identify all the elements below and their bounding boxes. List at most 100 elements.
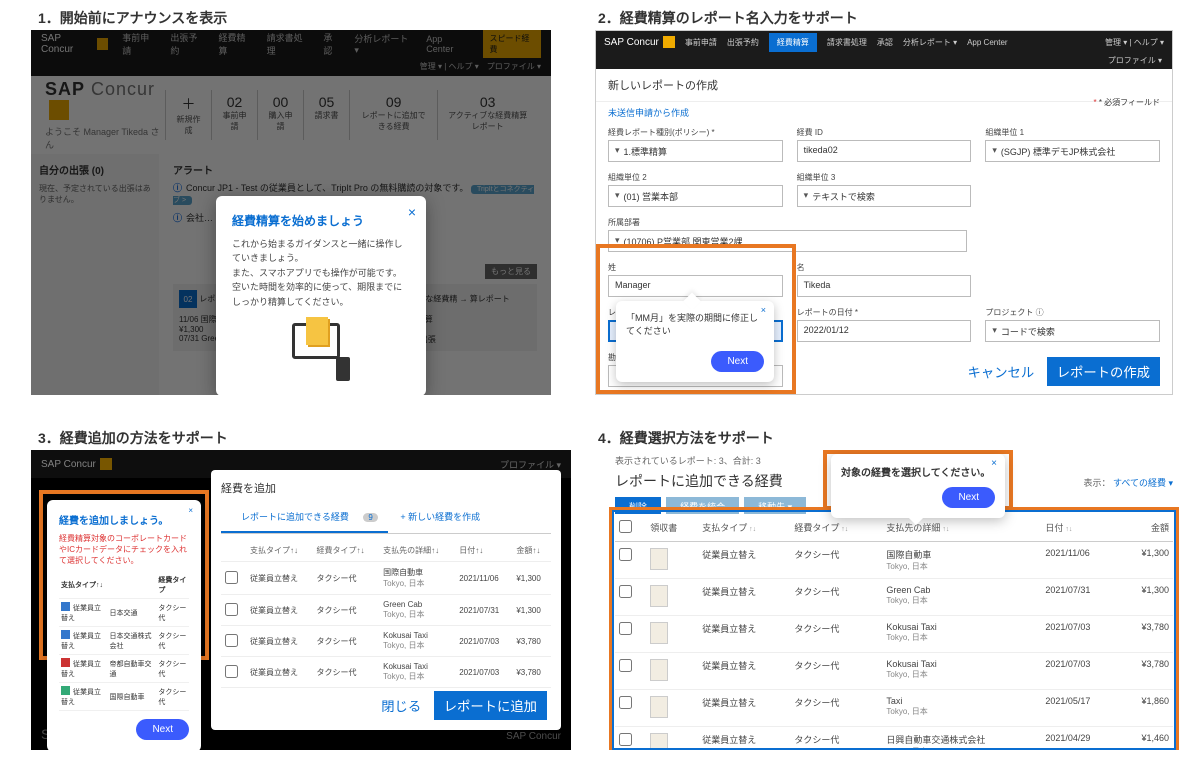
filter-row: 表示： すべての経費 ▾ bbox=[1083, 476, 1173, 489]
nav-item[interactable]: App Center bbox=[967, 38, 1007, 47]
expense-id-input[interactable]: tikeda02 bbox=[797, 140, 972, 162]
close-button[interactable]: 閉じる bbox=[381, 696, 421, 715]
panel-2: SAP Concur 事前申請 出張予約 経費精算 請求書処理 承認 分析レポー… bbox=[595, 30, 1173, 395]
source-icon bbox=[61, 630, 70, 639]
sidebar: 自分の出張 (0) 現在、予定されている出張はありません。 bbox=[31, 154, 159, 395]
next-button[interactable]: Next bbox=[711, 351, 764, 372]
next-button[interactable]: Next bbox=[136, 719, 189, 740]
field-label: 経費レポート種別(ポリシー) * bbox=[608, 127, 783, 138]
kpi-tile[interactable]: 00購入申請 bbox=[257, 90, 303, 140]
kpi-tile[interactable]: 09レポートに追加できる経費 bbox=[349, 90, 437, 140]
col-header[interactable]: 金額↑↓ bbox=[512, 540, 551, 562]
close-icon[interactable]: × bbox=[761, 305, 766, 315]
col-header[interactable]: 経費タイプ↑↓ bbox=[313, 540, 380, 562]
source-icon bbox=[61, 658, 70, 667]
tooltip-text: 対象の経費を選択してください。 bbox=[841, 464, 995, 479]
create-report-button[interactable]: レポートの作成 bbox=[1047, 357, 1160, 386]
kpi-tile[interactable]: 05請求書 bbox=[303, 90, 349, 140]
row-checkbox[interactable] bbox=[225, 634, 238, 647]
side-heading: 自分の出張 (0) bbox=[39, 162, 151, 177]
table-row[interactable]: 従業員立替えタクシー代Green CabTokyo, 日本2021/07/31¥… bbox=[221, 595, 551, 626]
nav-item[interactable]: 分析レポート ▾ bbox=[903, 37, 957, 48]
field-label: 組織単位 2 bbox=[608, 172, 783, 183]
source-icon bbox=[61, 686, 70, 695]
illustration-icon bbox=[286, 317, 356, 387]
side-text: 現在、予定されている出張はありません。 bbox=[39, 183, 151, 205]
more-button[interactable]: もっと見る bbox=[485, 264, 537, 279]
field-label: 組織単位 1 bbox=[985, 127, 1160, 138]
close-icon[interactable]: × bbox=[188, 506, 193, 515]
nav-item[interactable]: 請求書処理 bbox=[827, 37, 867, 48]
panel-1: SAP Concur 事前申請 出張予約 経費精算 請求書処理 承認 分析レポー… bbox=[31, 30, 551, 395]
nav-item[interactable]: 承認 bbox=[877, 37, 893, 48]
kpi-row: ＋新規作成02事前申請00購入申請05請求書09レポートに追加できる経費03アク… bbox=[165, 90, 537, 140]
tab-new-expense[interactable]: + 新しい経費を作成 bbox=[390, 506, 490, 527]
card-number: 02 bbox=[179, 290, 197, 308]
row-checkbox[interactable] bbox=[225, 603, 238, 616]
table-row[interactable]: 従業員立替えタクシー代Kokusai TaxiTokyo, 日本2021/07/… bbox=[221, 626, 551, 657]
modal-title: 経費を追加 bbox=[221, 480, 551, 496]
row-checkbox[interactable] bbox=[225, 571, 238, 584]
nav-item[interactable]: 請求書処理 bbox=[267, 31, 310, 57]
kpi-tile[interactable]: ＋新規作成 bbox=[165, 90, 211, 140]
concur-logo-icon bbox=[100, 458, 112, 470]
add-expense-modal: 経費を追加 レポートに追加できる経費 9 + 新しい経費を作成 支払タイプ↑↓経… bbox=[211, 470, 561, 730]
nav-item[interactable]: 事前申請 bbox=[122, 31, 156, 57]
cancel-button[interactable]: キャンセル bbox=[968, 362, 1035, 381]
table-row[interactable]: 従業員立替えタクシー代Kokusai TaxiTokyo, 日本2021/07/… bbox=[221, 657, 551, 688]
alert-text: 会社… bbox=[186, 213, 213, 223]
modal-title: 新しいレポートの作成 bbox=[596, 69, 1172, 102]
col-header[interactable]: 日付↑↓ bbox=[455, 540, 512, 562]
create-from-request-link[interactable]: 未送信申請から作成 bbox=[596, 102, 1172, 123]
brand-logo: SAP Concur bbox=[41, 458, 112, 470]
nav-item[interactable]: 承認 bbox=[323, 31, 340, 57]
unit3-select[interactable]: テキストで検索 bbox=[797, 185, 972, 207]
profile-menu[interactable]: プロファイル ▾ bbox=[596, 53, 1172, 69]
nav-item[interactable]: 出張予約 bbox=[727, 37, 759, 48]
tooltip-text: 「MM月」を実際の期間に修正してください bbox=[626, 311, 764, 337]
brand-logo: SAP Concur bbox=[604, 36, 675, 48]
mini-table: 支払タイプ↑↓ 経費タイプ従業員立替え日本交通タクシー代従業員立替え日本交通株式… bbox=[59, 572, 189, 711]
add-to-report-button[interactable]: レポートに追加 bbox=[434, 691, 547, 720]
nav-item-active[interactable]: 経費精算 bbox=[769, 33, 817, 52]
firstname-input[interactable]: Tikeda bbox=[797, 275, 972, 297]
kpi-tile[interactable]: 02事前申請 bbox=[211, 90, 257, 140]
profile-menu[interactable]: プロファイル ▾ bbox=[500, 458, 561, 471]
popup-title: 経費を追加しましょう。 bbox=[59, 512, 189, 527]
nav-item[interactable]: 経費精算 bbox=[219, 31, 253, 57]
speed-expense-button[interactable]: スピード経費 bbox=[483, 30, 541, 58]
expense-table: 支払タイプ↑↓経費タイプ↑↓支払先の詳細↑↓日付↑↓金額↑↓ 従業員立替えタクシ… bbox=[221, 540, 551, 688]
tab-available-expenses[interactable]: レポートに追加できる経費 9 bbox=[221, 502, 388, 533]
highlight-border bbox=[612, 510, 1176, 750]
col-header[interactable] bbox=[221, 540, 246, 562]
mini-row: 従業員立替え日本交通株式会社タクシー代 bbox=[59, 627, 189, 655]
nav-item[interactable]: App Center bbox=[426, 34, 469, 54]
kpi-tile[interactable]: 03アクティブな経費精算レポート bbox=[437, 90, 537, 140]
top-right-menu[interactable]: 管理 ▾ | ヘルプ ▾ bbox=[1105, 37, 1164, 48]
col-header[interactable]: 支払タイプ↑↓ bbox=[246, 540, 313, 562]
close-icon[interactable]: × bbox=[408, 204, 416, 220]
table-row[interactable]: 従業員立替えタクシー代国際自動車Tokyo, 日本2021/11/06¥1,30… bbox=[221, 562, 551, 595]
project-select[interactable]: コードで検索 bbox=[985, 320, 1160, 342]
concur-logo-icon bbox=[97, 38, 108, 50]
top-right-menu[interactable]: 管理 ▾ | ヘルプ ▾ プロファイル ▾ bbox=[31, 58, 551, 76]
mini-row: 従業員立替え帝都自動車交通タクシー代 bbox=[59, 655, 189, 683]
brand-logo: SAP Concur bbox=[41, 33, 108, 55]
row-checkbox[interactable] bbox=[225, 665, 238, 678]
unit2-select[interactable]: (01) 営業本部 bbox=[608, 185, 783, 207]
mini-row: 従業員立替え日本交通タクシー代 bbox=[59, 599, 189, 627]
filter-select[interactable]: すべての経費 ▾ bbox=[1113, 478, 1173, 488]
unit1-select[interactable]: (SGJP) 標準デモJP株式会社 bbox=[985, 140, 1160, 162]
policy-select[interactable]: 1.標準精算 bbox=[608, 140, 783, 162]
next-button[interactable]: Next bbox=[942, 487, 995, 508]
close-icon[interactable]: × bbox=[991, 458, 997, 469]
panel-4: 表示されているレポート: 3、合計: 3 レポートに追加できる経費 表示： すべ… bbox=[605, 450, 1183, 750]
alert-text: Concur JP1 - Test の従業員として、TripIt Pro の無料… bbox=[186, 183, 468, 193]
col-header[interactable]: 支払先の詳細↑↓ bbox=[379, 540, 455, 562]
nav-item[interactable]: 出張予約 bbox=[170, 31, 204, 57]
report-date-input[interactable]: 2022/01/12 bbox=[797, 320, 972, 342]
nav-item[interactable]: 分析レポート ▾ bbox=[354, 32, 412, 56]
welcome-text: ようこそ Manager Tikeda さん bbox=[45, 125, 165, 151]
nav-item[interactable]: 事前申請 bbox=[685, 37, 717, 48]
field-label: 所属部署 bbox=[608, 217, 967, 228]
